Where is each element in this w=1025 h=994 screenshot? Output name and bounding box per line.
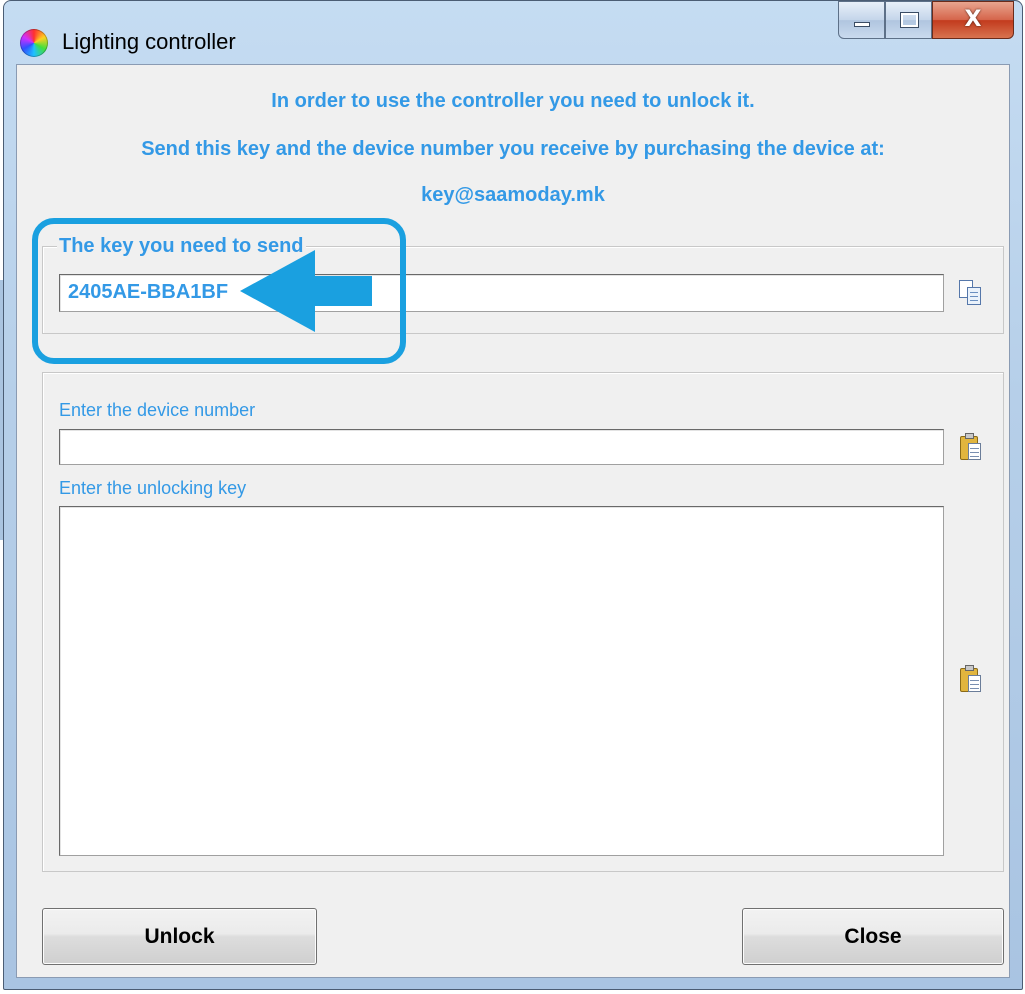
unlock-button[interactable]: Unlock bbox=[42, 908, 317, 965]
info-line-1: In order to use the controller you need … bbox=[271, 90, 755, 112]
unlocking-key-input[interactable] bbox=[59, 506, 944, 856]
caption-buttons: X bbox=[838, 1, 1014, 39]
client-area: In order to use the controller you need … bbox=[16, 64, 1010, 978]
minimize-icon bbox=[854, 22, 870, 27]
copy-icon[interactable] bbox=[957, 278, 983, 308]
unlock-button-label: Unlock bbox=[144, 925, 215, 948]
unlock-groupbox: Enter the device number Enter the unlock… bbox=[42, 372, 1004, 872]
close-icon: X bbox=[964, 7, 982, 32]
window-title: Lighting controller bbox=[62, 29, 236, 54]
window-close-button[interactable]: X bbox=[932, 1, 1014, 39]
annotation-arrow-icon bbox=[240, 250, 380, 332]
unlocking-key-label: Enter the unlocking key bbox=[59, 478, 247, 498]
close-button-label: Close bbox=[844, 925, 902, 948]
minimize-button[interactable] bbox=[838, 1, 885, 39]
info-line-2: Send this key and the device number you … bbox=[141, 138, 885, 160]
maximize-icon bbox=[900, 12, 919, 28]
device-number-input[interactable] bbox=[59, 429, 944, 465]
maximize-button[interactable] bbox=[885, 1, 932, 39]
paste-device-number-icon[interactable] bbox=[957, 433, 983, 463]
paste-unlocking-key-icon[interactable] bbox=[957, 665, 983, 695]
close-button[interactable]: Close bbox=[742, 908, 1004, 965]
device-number-label: Enter the device number bbox=[59, 400, 256, 420]
color-wheel-icon bbox=[20, 29, 48, 57]
info-email: key@saamoday.mk bbox=[421, 184, 605, 206]
lighting-controller-window: Lighting controller X In order to use th… bbox=[3, 0, 1023, 990]
